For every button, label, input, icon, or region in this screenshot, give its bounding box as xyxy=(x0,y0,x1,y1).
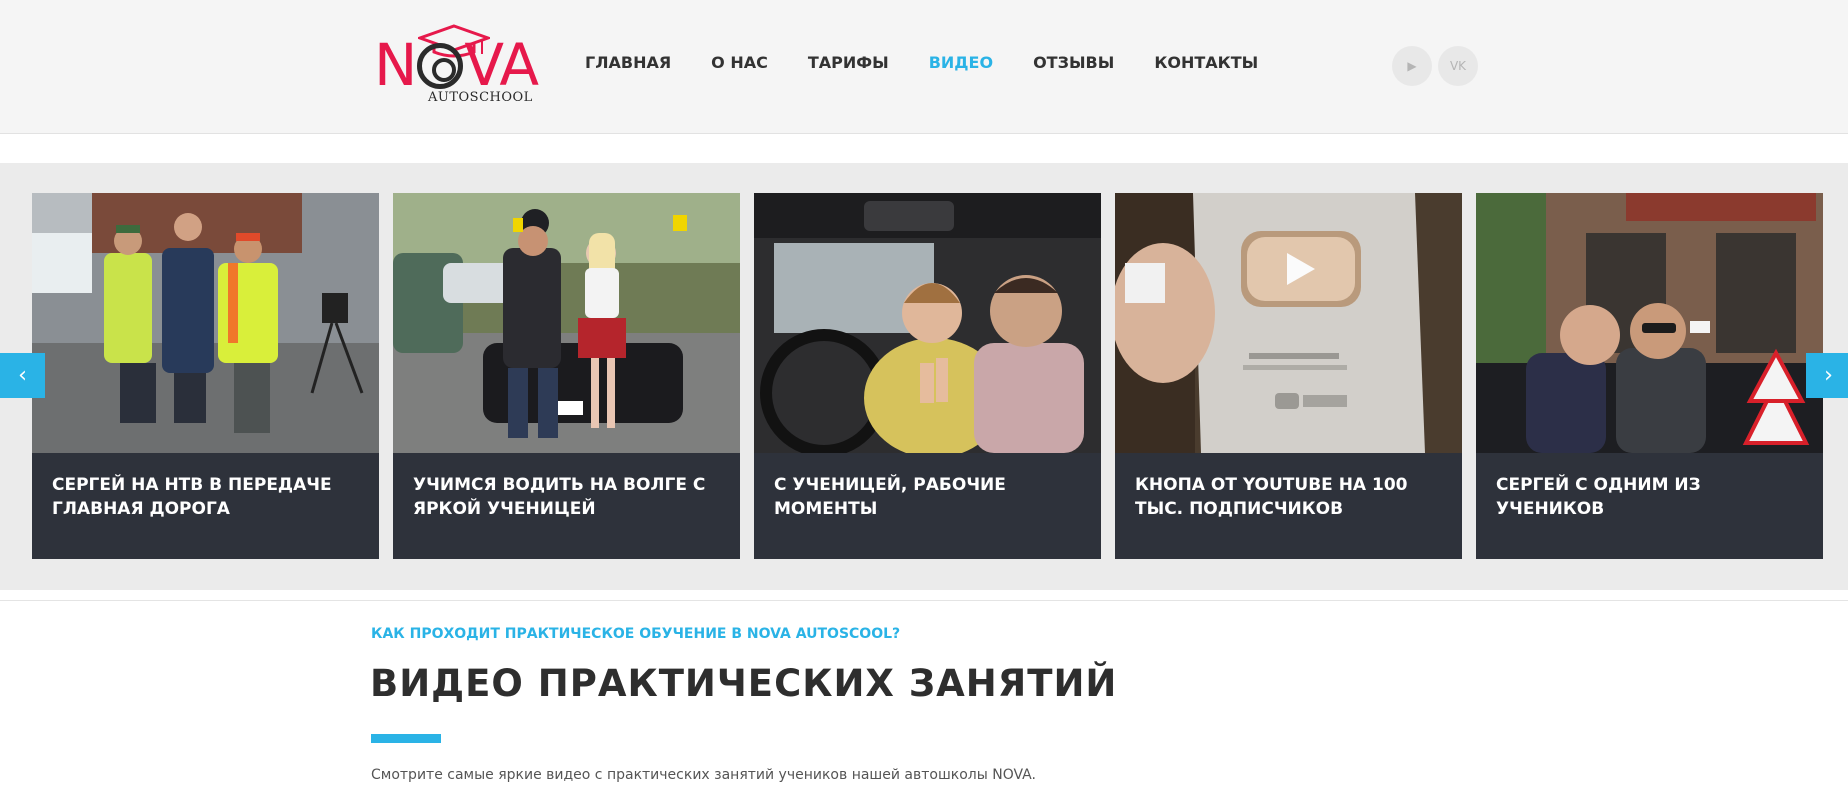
video-card[interactable]: КНОПА ОТ YOUTUBE НА 100 ТЫС. ПОДПИСЧИКОВ xyxy=(1115,193,1462,559)
steering-wheel-icon xyxy=(417,43,464,89)
video-card[interactable]: С УЧЕНИЦЕЙ, РАБОЧИЕ МОМЕНТЫ xyxy=(754,193,1101,559)
nav-item-about[interactable]: О НАС xyxy=(711,53,768,72)
slider-prev-button[interactable]: ‹ xyxy=(0,353,45,398)
video-thumbnail xyxy=(754,193,1101,453)
video-slider: СЕРГЕЙ НА НТВ В ПЕРЕДАЧЕ ГЛАВНАЯ ДОРОГА xyxy=(0,163,1848,590)
nav-item-reviews[interactable]: ОТЗЫВЫ xyxy=(1033,53,1114,72)
nav-item-home[interactable]: ГЛАВНАЯ xyxy=(585,53,671,72)
video-thumbnail xyxy=(393,193,740,453)
video-thumbnail xyxy=(32,193,379,453)
vk-icon[interactable]: VK xyxy=(1438,46,1478,86)
video-thumbnail xyxy=(1476,193,1823,453)
nav-item-contacts[interactable]: КОНТАКТЫ xyxy=(1154,53,1258,72)
site-header: N VA AUTOSCHOOL ГЛАВНАЯ О НАС ТАРИФЫ ВИДЕ… xyxy=(0,0,1848,134)
video-card-title: КНОПА ОТ YOUTUBE НА 100 ТЫС. ПОДПИСЧИКОВ xyxy=(1135,475,1408,519)
nova-logo[interactable]: N VA AUTOSCHOOL xyxy=(372,24,550,106)
video-card-title: СЕРГЕЙ НА НТВ В ПЕРЕДАЧЕ ГЛАВНАЯ ДОРОГА xyxy=(52,475,332,519)
video-card-title: СЕРГЕЙ С ОДНИМ ИЗ УЧЕНИКОВ xyxy=(1496,475,1701,519)
video-thumbnail xyxy=(1115,193,1462,453)
logo-word: N VA xyxy=(374,31,539,99)
section-kicker: КАК ПРОХОДИТ ПРАКТИЧЕСКОЕ ОБУЧЕНИЕ В NOV… xyxy=(371,626,901,642)
video-card[interactable]: СЕРГЕЙ НА НТВ В ПЕРЕДАЧЕ ГЛАВНАЯ ДОРОГА xyxy=(32,193,379,559)
nav-item-video[interactable]: ВИДЕО xyxy=(929,53,993,72)
title-accent-bar xyxy=(371,734,441,743)
video-card[interactable]: УЧИМСЯ ВОДИТЬ НА ВОЛГЕ С ЯРКОЙ УЧЕНИЦЕЙ xyxy=(393,193,740,559)
youtube-icon[interactable]: ▶ xyxy=(1392,46,1432,86)
main-nav: ГЛАВНАЯ О НАС ТАРИФЫ ВИДЕО ОТЗЫВЫ КОНТАК… xyxy=(585,53,1298,72)
video-card-title: УЧИМСЯ ВОДИТЬ НА ВОЛГЕ С ЯРКОЙ УЧЕНИЦЕЙ xyxy=(413,475,706,519)
video-card[interactable]: СЕРГЕЙ С ОДНИМ ИЗ УЧЕНИКОВ xyxy=(1476,193,1823,559)
nav-item-tariffs[interactable]: ТАРИФЫ xyxy=(808,53,889,72)
video-card-title: С УЧЕНИЦЕЙ, РАБОЧИЕ МОМЕНТЫ xyxy=(774,475,1006,519)
slider-next-button[interactable]: › xyxy=(1806,353,1848,398)
logo-subtitle: AUTOSCHOOL xyxy=(428,90,533,105)
section-title: ВИДЕО ПРАКТИЧЕСКИХ ЗАНЯТИЙ xyxy=(370,662,1118,705)
section-divider xyxy=(0,600,1848,601)
slider-track: СЕРГЕЙ НА НТВ В ПЕРЕДАЧЕ ГЛАВНАЯ ДОРОГА xyxy=(32,193,1837,559)
section-lead: Смотрите самые яркие видео с практически… xyxy=(371,767,1036,783)
